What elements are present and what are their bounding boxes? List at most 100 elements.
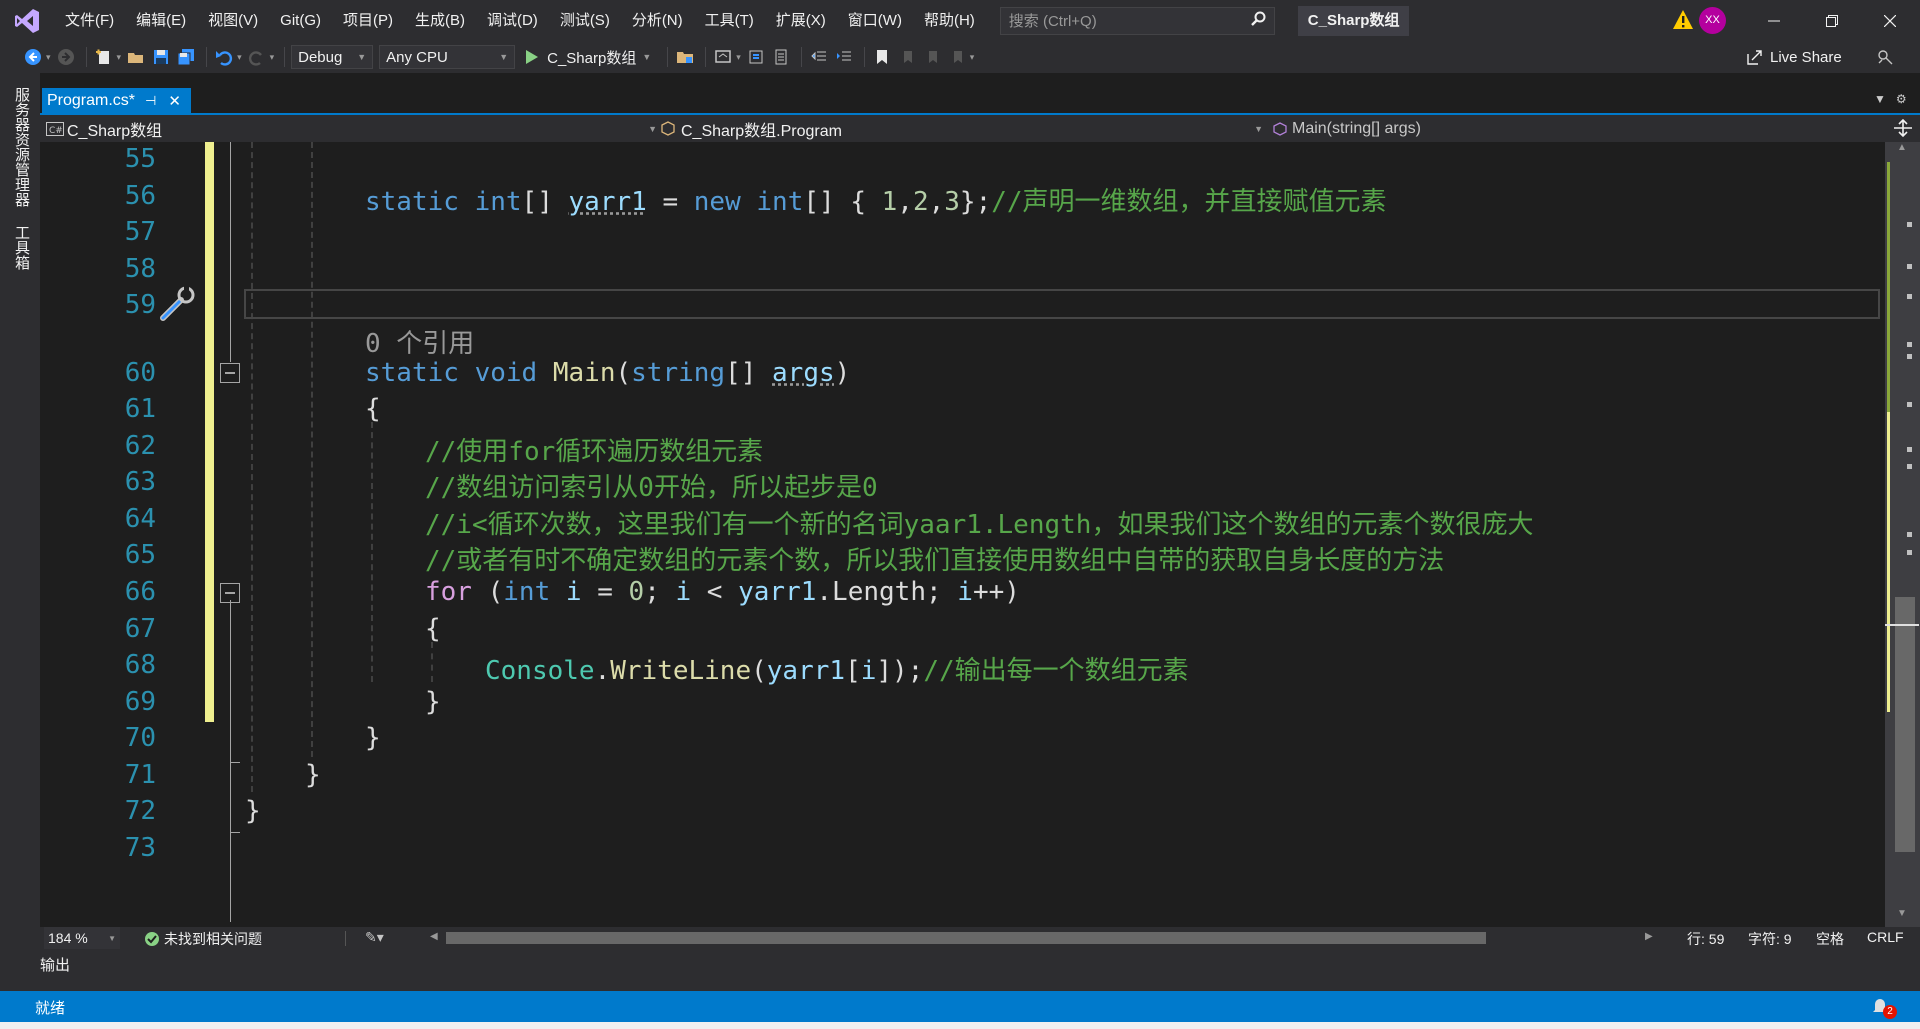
toolbox-tab[interactable]: 工具箱 bbox=[11, 225, 32, 270]
line-number: 69 bbox=[124, 687, 156, 717]
scroll-up-icon[interactable]: ▲ bbox=[1897, 142, 1907, 153]
menu-tools[interactable]: 工具(T) bbox=[694, 0, 765, 41]
project-select[interactable]: C# C_Sharp数组 ▼ bbox=[46, 117, 661, 140]
minimize-button[interactable] bbox=[1745, 0, 1803, 41]
menu-build[interactable]: 生成(B) bbox=[404, 0, 476, 41]
search-placeholder: 搜索 (Ctrl+Q) bbox=[1008, 13, 1097, 30]
split-window-button[interactable] bbox=[1885, 115, 1920, 142]
step-into-icon[interactable] bbox=[745, 46, 767, 68]
outline-line-end bbox=[230, 762, 240, 763]
menu-project[interactable]: 项目(P) bbox=[332, 0, 404, 41]
menu-help[interactable]: 帮助(H) bbox=[913, 0, 986, 41]
char-indicator[interactable]: 字符: 9 bbox=[1748, 929, 1792, 949]
zoom-select[interactable]: 184 % ▼ bbox=[44, 927, 120, 949]
code-line-61: { bbox=[365, 394, 381, 424]
save-icon[interactable] bbox=[150, 46, 172, 68]
save-all-icon[interactable] bbox=[175, 46, 197, 68]
new-project-icon[interactable] bbox=[93, 46, 115, 68]
notifications-badge: 2 bbox=[1883, 1005, 1897, 1019]
pin-icon[interactable]: ⊣ bbox=[145, 93, 156, 109]
start-debugging-button[interactable]: C_Sharp数组 ▼ bbox=[525, 47, 651, 68]
indent-icon[interactable] bbox=[833, 46, 855, 68]
step-over-icon[interactable] bbox=[770, 46, 792, 68]
browser-dropdown-icon[interactable]: ▾ bbox=[736, 52, 741, 63]
close-window-button[interactable] bbox=[1861, 0, 1919, 41]
next-bookmark-icon[interactable] bbox=[921, 46, 943, 68]
menu-extensions[interactable]: 扩展(X) bbox=[765, 0, 837, 41]
feedback-icon[interactable] bbox=[1876, 48, 1894, 69]
collapse-method-icon[interactable] bbox=[220, 363, 240, 383]
live-share-button[interactable]: Live Share bbox=[1746, 41, 1842, 73]
line-ending-indicator[interactable]: CRLF bbox=[1867, 929, 1904, 945]
scroll-thumb[interactable] bbox=[1895, 597, 1915, 852]
tab-program-cs[interactable]: Program.cs* ⊣ ✕ bbox=[42, 88, 191, 113]
menu-git[interactable]: Git(G) bbox=[269, 0, 332, 41]
close-tab-icon[interactable]: ✕ bbox=[168, 92, 181, 110]
new-dropdown-icon[interactable]: ▾ bbox=[117, 52, 122, 63]
open-file-icon[interactable] bbox=[125, 46, 147, 68]
clear-bookmarks-icon[interactable] bbox=[946, 46, 968, 68]
menu-debug[interactable]: 调试(D) bbox=[476, 0, 549, 41]
spacing-indicator[interactable]: 空格 bbox=[1816, 929, 1844, 949]
type-select[interactable]: C_Sharp数组.Program ▼ bbox=[660, 117, 1267, 140]
line-number: 66 bbox=[124, 577, 156, 607]
zoom-value: 184 % bbox=[48, 930, 88, 946]
menu-edit[interactable]: 编辑(E) bbox=[125, 0, 197, 41]
menu-test[interactable]: 测试(S) bbox=[549, 0, 621, 41]
restore-button[interactable] bbox=[1803, 0, 1861, 41]
redo-dropdown-icon[interactable]: ▾ bbox=[270, 52, 275, 63]
code-editor[interactable]: 55 56 57 58 59 60 61 62 63 64 65 66 67 6… bbox=[40, 142, 1885, 927]
navigate-forward-icon[interactable] bbox=[55, 46, 77, 68]
menu-window[interactable]: 窗口(W) bbox=[837, 0, 913, 41]
bookmark-icon[interactable] bbox=[871, 46, 893, 68]
vertical-scrollbar[interactable]: ▲ ▼ bbox=[1885, 142, 1920, 927]
line-indicator[interactable]: 行: 59 bbox=[1687, 929, 1724, 949]
solution-platform-select[interactable]: Any CPU ▼ bbox=[379, 45, 516, 69]
scroll-left-icon[interactable]: ◀ bbox=[430, 931, 438, 942]
separator bbox=[345, 931, 346, 946]
code-cleanup-icon[interactable]: ✎▾ bbox=[365, 929, 384, 946]
search-input[interactable]: 搜索 (Ctrl+Q) bbox=[999, 6, 1275, 35]
navigate-back-icon[interactable] bbox=[22, 46, 44, 68]
menu-analyze[interactable]: 分析(N) bbox=[621, 0, 694, 41]
toolbar-options-icon[interactable]: ▾ bbox=[970, 52, 975, 63]
code-line-67: { bbox=[425, 614, 441, 644]
line-number: 67 bbox=[124, 614, 156, 644]
navigation-bar: C# C_Sharp数组 ▼ C_Sharp数组.Program ▼ Main(… bbox=[40, 115, 1920, 142]
folder-icon[interactable] bbox=[674, 46, 696, 68]
previous-bookmark-icon[interactable] bbox=[896, 46, 918, 68]
issues-indicator[interactable]: 未找到相关问题 bbox=[144, 929, 262, 949]
redo-icon[interactable] bbox=[246, 46, 268, 68]
undo-dropdown-icon[interactable]: ▾ bbox=[237, 52, 242, 63]
server-explorer-tab[interactable]: 服务器资源管理器 bbox=[11, 87, 32, 207]
tab-list-dropdown-icon[interactable]: ▼ bbox=[1874, 92, 1886, 106]
toolbar-separator bbox=[85, 47, 87, 67]
code-line-70: } bbox=[365, 723, 381, 753]
line-number: 63 bbox=[124, 467, 156, 497]
undo-icon[interactable] bbox=[213, 46, 235, 68]
output-tab[interactable]: 输出 bbox=[40, 954, 70, 975]
code-line-63: //数组访问索引从0开始，所以起步是0 bbox=[425, 473, 878, 503]
visual-studio-logo-icon[interactable] bbox=[0, 0, 54, 41]
user-avatar[interactable]: XX bbox=[1699, 7, 1726, 34]
settings-icon[interactable]: ⚙ bbox=[1896, 92, 1907, 106]
line-number: 58 bbox=[124, 254, 156, 284]
member-select[interactable]: Main(string[] args) ▼ bbox=[1271, 117, 1920, 140]
scroll-right-icon[interactable]: ▶ bbox=[1645, 931, 1653, 942]
back-dropdown-icon[interactable]: ▾ bbox=[46, 52, 51, 63]
menu-file[interactable]: 文件(F) bbox=[54, 0, 125, 41]
code-line-69: } bbox=[425, 687, 441, 717]
line-number: 59 bbox=[124, 290, 156, 320]
scroll-down-icon[interactable]: ▼ bbox=[1897, 908, 1907, 919]
error-marker bbox=[1907, 342, 1912, 347]
horizontal-scroll-thumb[interactable] bbox=[446, 932, 1486, 944]
toolbar-separator bbox=[284, 47, 286, 67]
codelens-references[interactable]: 0 个引用 bbox=[365, 323, 474, 360]
warning-icon[interactable] bbox=[1672, 9, 1694, 34]
menu-view[interactable]: 视图(V) bbox=[197, 0, 269, 41]
browser-icon[interactable] bbox=[712, 46, 734, 68]
play-icon bbox=[526, 50, 539, 64]
solution-configuration-select[interactable]: Debug ▼ bbox=[291, 45, 374, 69]
screwdriver-wrench-icon[interactable] bbox=[157, 284, 197, 327]
outdent-icon[interactable] bbox=[808, 46, 830, 68]
